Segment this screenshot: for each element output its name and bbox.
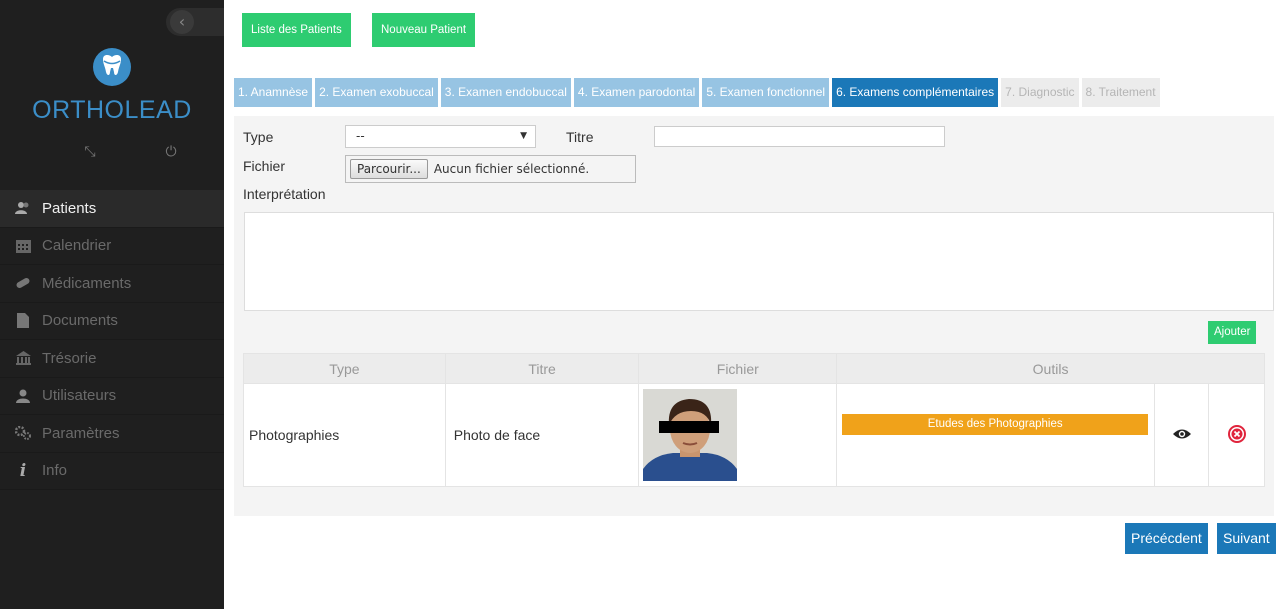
tab-examens-complementaires[interactable]: 6. Examens complémentaires [832, 78, 999, 107]
titre-label: Titre [566, 129, 594, 145]
sidebar-collapse-button[interactable]: ‹ [166, 8, 224, 36]
power-icon[interactable]: ⏻ [161, 144, 181, 164]
patients-list-button[interactable]: Liste des Patients [242, 13, 351, 47]
tab-examen-parodontal[interactable]: 4. Examen parodontal [573, 78, 700, 107]
cell-titre: Photo de face [444, 383, 640, 487]
cell-type: Photographies [243, 383, 446, 487]
table-row: Photographies Photo de face Etudes des P… [243, 383, 1265, 487]
type-select-value: -- [356, 129, 365, 143]
cell-tools: Etudes des Photographies [836, 383, 1156, 487]
photo-study-button[interactable]: Etudes des Photographies [842, 413, 1149, 435]
sidebar-item-documents[interactable]: Documents [0, 303, 224, 340]
gears-icon [14, 425, 32, 441]
sidebar-item-label: Utilisateurs [42, 387, 117, 405]
new-patient-button[interactable]: Nouveau Patient [372, 13, 476, 47]
add-button[interactable]: Ajouter [1208, 321, 1257, 344]
brand-name: ORTHOLEAD [32, 96, 192, 124]
user-icon [14, 388, 32, 404]
tab-traitement[interactable]: 8. Traitement [1081, 78, 1160, 107]
table-header-outils: Outils [836, 353, 1265, 384]
caret-down-icon: ▼ [520, 131, 527, 141]
patient-photo-thumbnail[interactable] [643, 389, 738, 481]
chevron-left-icon: ‹ [170, 10, 194, 34]
users-icon [14, 200, 32, 216]
sidebar-item-utilisateurs[interactable]: Utilisateurs [0, 378, 224, 415]
fichier-label: Fichier [243, 158, 286, 174]
type-label: Type [243, 129, 274, 145]
tab-anamnese[interactable]: 1. Anamnèse [234, 78, 313, 107]
sidebar-item-label: Patients [42, 199, 97, 217]
table-header-fichier: Fichier [638, 353, 838, 384]
sidebar-item-label: Documents [42, 312, 118, 330]
sidebar-item-label: Médicaments [42, 274, 132, 292]
titre-input[interactable] [654, 126, 945, 147]
exams-table: Type Titre Fichier Outils Photographies … [243, 353, 1265, 487]
eye-icon[interactable] [1172, 428, 1191, 440]
sidebar-item-tresorie[interactable]: Trésorie [0, 340, 224, 378]
sidebar-item-calendrier[interactable]: Calendrier [0, 228, 224, 265]
next-button[interactable]: Suivant [1217, 523, 1276, 554]
calendar-icon [14, 238, 32, 254]
interpretation-label: Interprétation [243, 186, 326, 202]
sidebar-item-medicaments[interactable]: Médicaments [0, 265, 224, 303]
bank-icon [14, 350, 32, 366]
tab-diagnostic[interactable]: 7. Diagnostic [1001, 78, 1079, 107]
tab-examen-endobuccal[interactable]: 3. Examen endobuccal [440, 78, 571, 107]
file-status: Aucun fichier sélectionné. [433, 162, 590, 176]
sidebar-nav: Patients Calendrier Médicaments Document… [0, 190, 224, 490]
sidebar-item-parametres[interactable]: Paramètres [0, 415, 224, 453]
sidebar-item-label: Calendrier [42, 237, 112, 255]
sidebar-item-label: Paramètres [42, 424, 120, 442]
sidebar-item-info[interactable]: i Info [0, 453, 224, 490]
document-icon [14, 313, 32, 329]
sidebar-item-patients[interactable]: Patients [0, 190, 224, 228]
pill-icon [14, 275, 32, 291]
tooth-logo-icon [93, 48, 131, 86]
type-select[interactable]: -- ▼ [345, 125, 536, 148]
tab-examen-exobuccal[interactable]: 2. Examen exobuccal [315, 78, 438, 107]
sidebar: ‹ ORTHOLEAD ⤡ ⏻ Patients Calendrier Médi… [0, 0, 224, 609]
interpretation-textarea[interactable] [244, 212, 1274, 311]
tab-examen-fonctionnel[interactable]: 5. Examen fonctionnel [702, 78, 830, 107]
table-header-titre: Titre [444, 353, 640, 384]
cell-view [1154, 383, 1210, 487]
fullscreen-icon[interactable]: ⤡ [80, 144, 100, 164]
sidebar-item-label: Info [42, 462, 68, 480]
file-input[interactable]: Parcourir... Aucun fichier sélectionné. [345, 155, 636, 183]
info-icon: i [19, 460, 27, 481]
sidebar-item-label: Trésorie [42, 349, 97, 367]
table-header-type: Type [243, 353, 446, 384]
browse-button[interactable]: Parcourir... [350, 159, 428, 179]
delete-icon[interactable] [1227, 424, 1246, 443]
cell-fichier [638, 383, 838, 487]
previous-button[interactable]: Précécdent [1125, 523, 1208, 554]
cell-delete [1208, 383, 1265, 487]
step-tabs: 1. Anamnèse 2. Examen exobuccal 3. Exame… [234, 78, 1160, 107]
